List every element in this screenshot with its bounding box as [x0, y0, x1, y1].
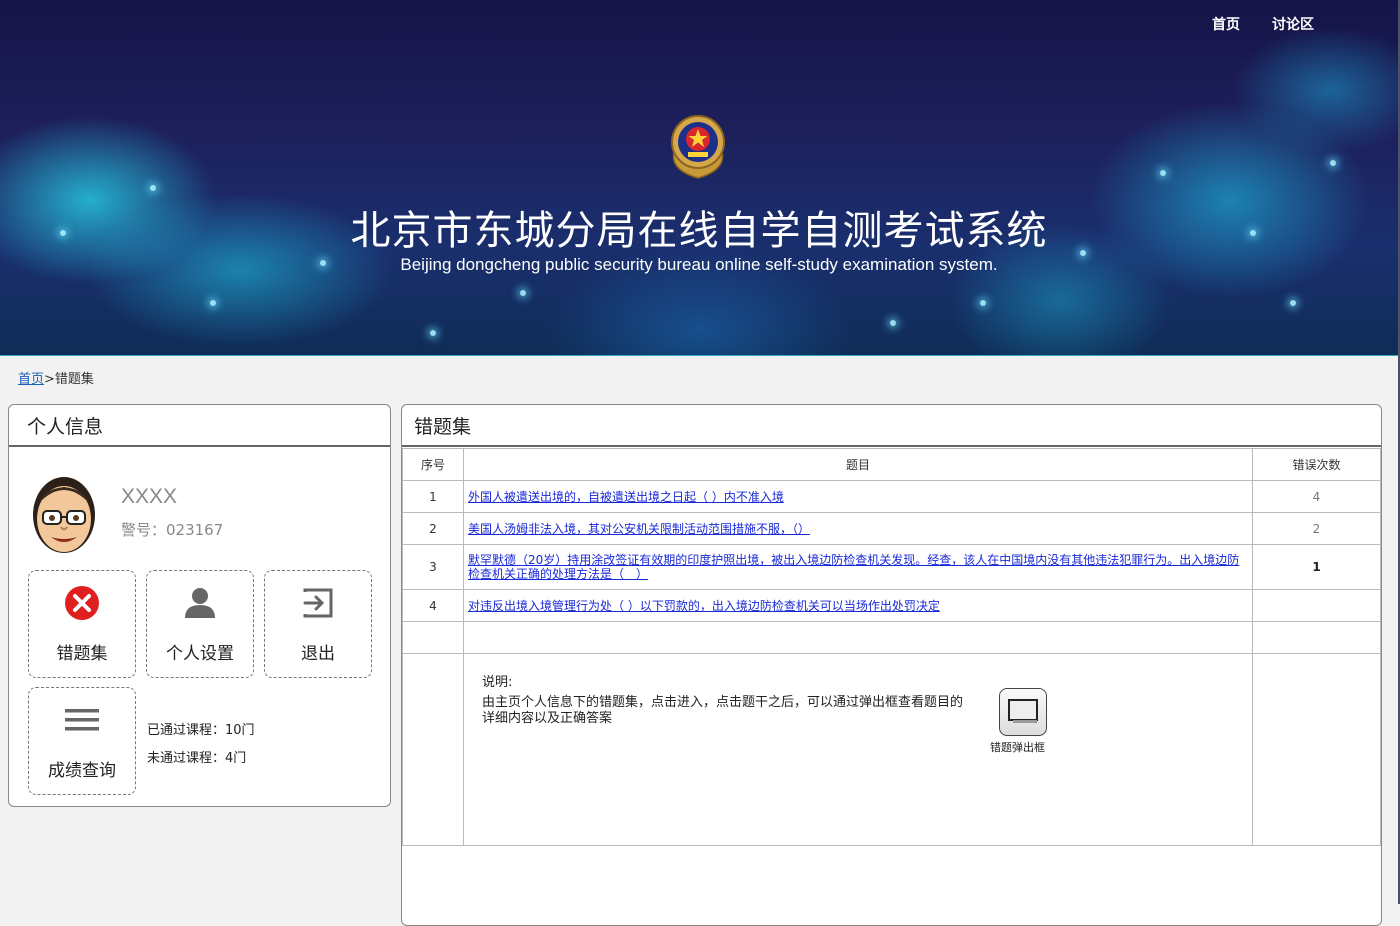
row-error-count: 2	[1252, 512, 1381, 545]
question-link[interactable]: 美国人汤姆非法入境，其对公安机关限制活动范围措施不服，（）	[468, 522, 810, 536]
nav-home-link[interactable]: 首页	[1212, 14, 1240, 34]
table-row-note	[402, 653, 1381, 846]
breadcrumb-separator: >	[44, 372, 55, 387]
table-row: 4 对违反出境入境管理行为处（ ）以下罚款的，出入境边防检查机关可以当场作出处罚…	[402, 589, 1381, 622]
menu-lines-icon	[65, 709, 99, 731]
settings-tile-button[interactable]: 个人设置	[146, 570, 254, 678]
grades-tile-button[interactable]: 成绩查询	[28, 687, 136, 795]
row-no: 2	[402, 512, 464, 545]
row-no: 3	[402, 544, 464, 590]
breadcrumb: 首页>错题集	[18, 368, 94, 387]
row-error-count: 1	[1252, 544, 1381, 590]
header-no: 序号	[402, 448, 464, 481]
exit-icon	[303, 588, 333, 618]
passed-courses: 已通过课程：10门	[147, 723, 255, 738]
row-error-count: 4	[1252, 480, 1381, 513]
nav-forum-link[interactable]: 讨论区	[1272, 14, 1314, 34]
mistakes-panel: 错题集 序号 题目 错误次数 1 外国人被遣送出境的，自被遣送出境之日起（ ）内…	[401, 404, 1382, 926]
profile-panel-title: 个人信息	[9, 405, 390, 447]
grades-tile-label: 成绩查询	[48, 761, 116, 781]
profile-panel: 个人信息 XXXX 警号：023167 错题集 个人设置 退出 成绩查询 已通过…	[8, 404, 391, 807]
note-text: 由主页个人信息下的错题集，点击进入，点击题干之后，可以通过弹出框查看题目的详细内…	[482, 695, 964, 726]
table-row: 1 外国人被遣送出境的，自被遣送出境之日起（ ）内不准入境 4	[402, 480, 1381, 513]
note-label: 说明:	[482, 675, 513, 690]
table-row: 3 默罕默德（20岁）持用涂改签证有效期的印度护照出境，被出入境边防检查机关发现…	[402, 544, 1381, 590]
mistakes-tile-button[interactable]: 错题集	[28, 570, 136, 678]
police-emblem-icon	[671, 115, 725, 179]
header-question: 题目	[463, 448, 1253, 481]
row-error-count	[1252, 589, 1381, 622]
table-header-row: 序号 题目 错误次数	[402, 448, 1381, 481]
row-no: 1	[402, 480, 464, 513]
popup-label: 错题弹出框	[990, 741, 1045, 754]
mistakes-tile-label: 错题集	[56, 644, 108, 664]
question-link[interactable]: 外国人被遣送出境的，自被遣送出境之日起（ ）内不准入境	[468, 490, 784, 504]
logout-tile-button[interactable]: 退出	[264, 570, 372, 678]
breadcrumb-home-link[interactable]: 首页	[18, 372, 44, 387]
question-link[interactable]: 默罕默德（20岁）持用涂改签证有效期的印度护照出境，被出入境边防检查机关发现。经…	[468, 553, 1239, 581]
popup-window-icon[interactable]	[999, 688, 1047, 736]
avatar	[33, 477, 95, 553]
user-name: XXXX	[121, 485, 178, 508]
window-icon	[1008, 699, 1038, 723]
error-circle-icon	[65, 586, 99, 620]
table-row: 2 美国人汤姆非法入境，其对公安机关限制活动范围措施不服，（） 2	[402, 512, 1381, 545]
logout-tile-label: 退出	[301, 644, 335, 664]
table-row-empty	[402, 621, 1381, 654]
row-no: 4	[402, 589, 464, 622]
question-link[interactable]: 对违反出境入境管理行为处（ ）以下罚款的，出入境边防检查机关可以当场作出处罚决定	[468, 599, 940, 613]
system-subtitle: Beijing dongcheng public security bureau…	[400, 255, 998, 274]
failed-courses: 未通过课程：4门	[147, 751, 247, 766]
mistakes-panel-title: 错题集	[402, 405, 1381, 447]
top-nav: 首页 讨论区	[1212, 14, 1314, 34]
mistakes-table: 序号 题目 错误次数 1 外国人被遣送出境的，自被遣送出境之日起（ ）内不准入境…	[402, 448, 1381, 846]
badge-number: 警号：023167	[121, 521, 224, 539]
header-error-count: 错误次数	[1252, 448, 1381, 481]
settings-tile-label: 个人设置	[166, 644, 234, 664]
header-banner: 首页 讨论区 北京市东城分局在线自学自测考试系统 Beijing dongche…	[0, 0, 1398, 356]
system-title: 北京市东城分局在线自学自测考试系统	[350, 208, 1048, 254]
person-icon	[185, 588, 215, 618]
breadcrumb-current: 错题集	[54, 372, 94, 387]
